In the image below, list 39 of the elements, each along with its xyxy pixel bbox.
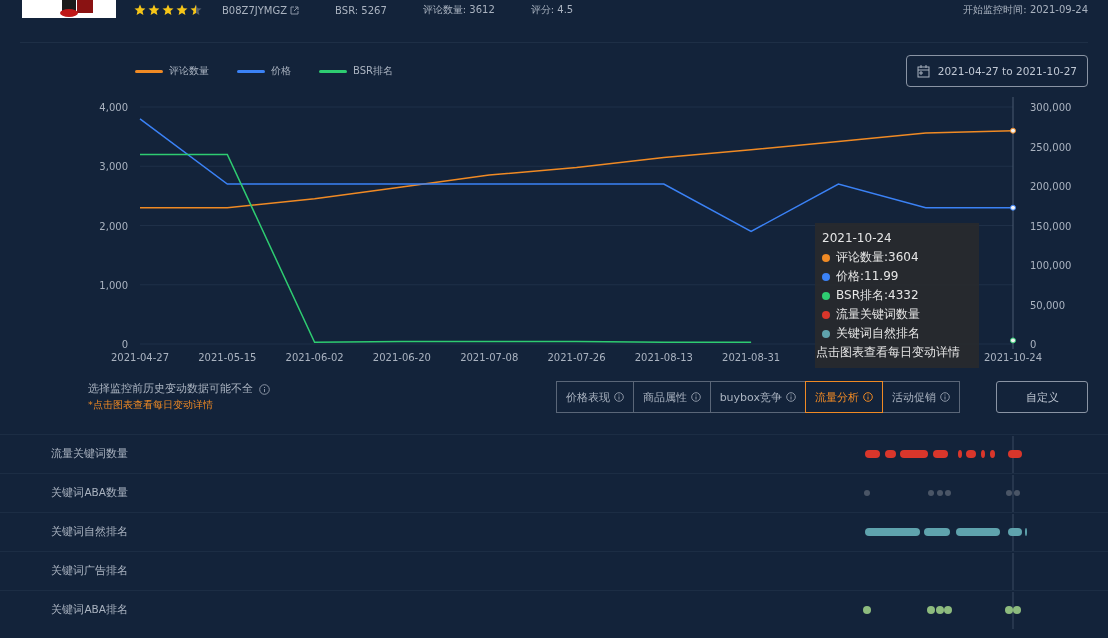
y-axis-label: 150,000 (1030, 220, 1072, 232)
notice-text: 选择监控前历史变动数据可能不全 (88, 382, 253, 396)
x-axis-label: 2021-10-24 (983, 352, 1043, 363)
rating-text: 评分: 4.5 (530, 3, 574, 17)
y-axis-label: 200,000 (1030, 181, 1072, 192)
x-axis-label: 2021-07-08 (460, 352, 519, 363)
y-axis-label: 4,000 (99, 102, 128, 113)
x-axis-label: 2021-07-26 (547, 352, 606, 363)
row-label: 关键词ABA数量 (50, 486, 128, 500)
row-label: 关键词广告排名 (50, 564, 128, 578)
row-label: 流量关键词数量 (50, 447, 128, 461)
y-axis-label: 250,000 (1030, 141, 1072, 153)
bsr-text: BSR: 5267 (335, 4, 387, 16)
y-axis-label: 3,000 (99, 161, 128, 173)
y-axis-label: 0 (1030, 339, 1037, 350)
review-count: 评论数量: 3612 (422, 3, 495, 17)
tooltip-item: 价格:11.99 (836, 268, 899, 285)
row-label: 关键词自然排名 (50, 525, 128, 539)
y-axis-label: 50,000 (1030, 299, 1065, 311)
x-axis-label: 2021-05-15 (198, 352, 257, 363)
tooltip-item: 流量关键词数量 (836, 306, 920, 323)
y-axis-label: 300,000 (1030, 102, 1072, 113)
row-label: 关键词ABA排名 (50, 603, 128, 617)
tooltip-item: 关键词自然排名 (836, 325, 920, 342)
y-axis-label: 100,000 (1030, 260, 1072, 271)
y-axis-label: 0 (121, 339, 128, 350)
y-axis-label: 1,000 (99, 279, 128, 291)
tooltip-item: BSR排名:4332 (836, 287, 919, 304)
x-axis-label: 2021-06-02 (285, 352, 344, 363)
monitor-start-time: 开始监控时间: 2021-09-24 (963, 3, 1088, 17)
x-axis-label: 2021-08-13 (634, 352, 693, 363)
tooltip-item: 评论数量:3604 (836, 249, 919, 266)
tooltip-date: 2021-10-24 (822, 230, 893, 247)
x-axis-label: 2021-06-20 (372, 352, 431, 363)
tooltip-hint: 点击图表查看每日变动详情 (816, 344, 961, 361)
x-axis-label: 2021-08-31 (722, 352, 781, 363)
x-axis-label: 2021-04-27 (110, 352, 170, 363)
y-axis-label: 2,000 (99, 220, 128, 232)
hint-text: *点击图表查看每日变动详情 (88, 399, 214, 412)
